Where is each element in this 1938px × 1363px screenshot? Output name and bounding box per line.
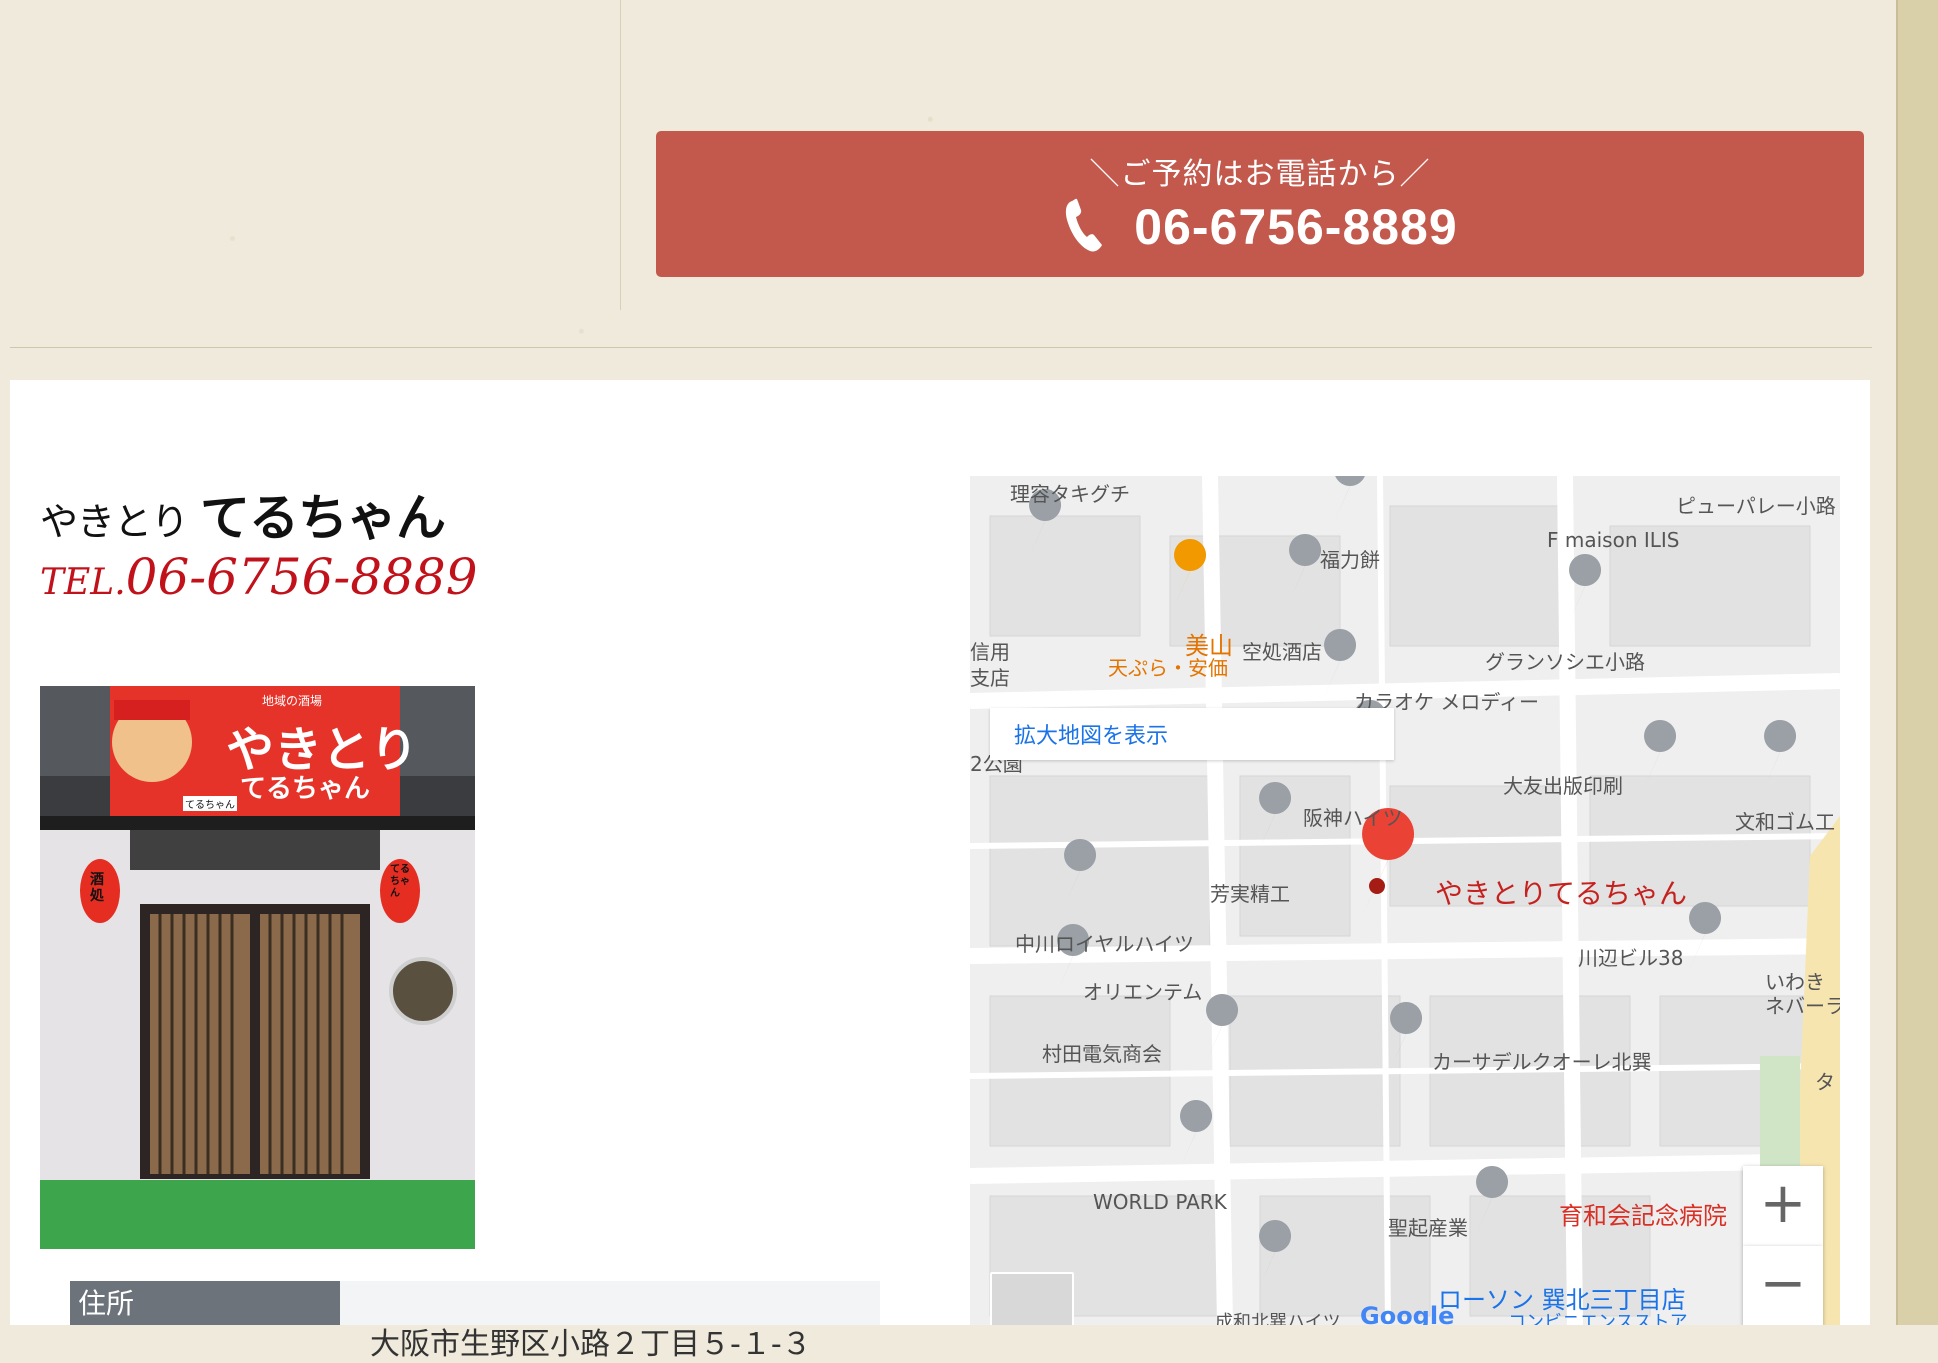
map-place-label: ネバーラ (1765, 994, 1840, 1018)
shop-logo: やきとり てるちゃん (40, 478, 446, 550)
minus-icon: − (1759, 1251, 1807, 1316)
map-place-label: 信用 (970, 640, 1010, 664)
map-place-label: F maison ILIS (1547, 528, 1680, 552)
map-place-label: ピューパレー小路 (1676, 494, 1836, 518)
map-place-label: 成和北巽ハイツ (1215, 1312, 1341, 1325)
map-main-place-label: やきとりてるちゃん (1435, 877, 1688, 910)
logo-tel-prefix: TEL. (40, 562, 126, 603)
map-place-label: 福力餅 (1320, 548, 1380, 572)
map-place-label: 天ぷら・安価 (1108, 656, 1228, 680)
door-tag-text: てるちゃん (183, 796, 237, 811)
map-place-label: オリエンテム (1083, 980, 1203, 1004)
sign-sub-text: てるちゃん (240, 774, 371, 804)
map-place-label: 空処酒店 (1242, 640, 1322, 664)
sign-small-text: 地域の酒場 (262, 694, 323, 708)
plus-icon: + (1759, 1171, 1807, 1236)
reservation-lead-text: ＼ご予約はお電話から／ (1089, 157, 1431, 192)
zoom-out-button[interactable]: − (1743, 1246, 1823, 1325)
map-place-label: 村田電気商会 (1042, 1042, 1162, 1066)
map-place-label: 川辺ビル38 (1578, 946, 1684, 970)
logo-name: てるちゃん (200, 488, 446, 547)
map-place-label: カーサデルクオーレ北巽 (1432, 1050, 1652, 1074)
map-place-label: 中川ロイヤルハイツ (1015, 932, 1194, 956)
right-edge-border (1896, 0, 1898, 1325)
storefront-photo: 地域の酒場 やきとり てるちゃん 酒処 てるちゃん てるちゃん (40, 686, 475, 1249)
reservation-call-button[interactable]: ＼ご予約はお電話から／ 06-6756-8889 (656, 131, 1864, 277)
map-place-label: コンビニエンスストア (1508, 1312, 1688, 1325)
logo-tel-number: 06-6756-8889 (125, 548, 478, 606)
logo-prefix: やきとり (40, 500, 189, 544)
lantern-right-text: てるちゃん (390, 864, 410, 899)
map-place-label: 大友出版印刷 (1503, 774, 1623, 798)
address-label: 住所 (70, 1281, 340, 1325)
header-divider-vertical (620, 0, 621, 310)
reservation-phone-number[interactable]: 06-6756-8889 (1134, 198, 1457, 256)
phone-icon (1062, 197, 1106, 257)
header-divider (10, 347, 1872, 348)
map-place-label: 芳実精工 (1210, 882, 1290, 906)
map-place-label: 支店 (970, 666, 1010, 690)
address-row: 住所 大阪市生野区小路２丁目５-１-３ (70, 1281, 880, 1362)
map-place-label: 聖起産業 (1388, 1216, 1468, 1240)
map-place-label: タ (1815, 1070, 1835, 1094)
zoom-in-button[interactable]: + (1743, 1166, 1823, 1246)
lantern-left-text: 酒処 (90, 872, 104, 904)
google-logo: Google (1360, 1302, 1455, 1325)
street-view-thumbnail[interactable] (990, 1272, 1074, 1325)
map-place-label: 阪神ハイツ (1303, 806, 1403, 830)
address-value: 大阪市生野区小路２丁目５-１-３ (370, 1327, 812, 1362)
map-enlarge-panel: 拡大地図を表示 (990, 708, 1394, 760)
google-map[interactable]: 理容タキグチ 福力餅 ピューパレー小路 F maison ILIS 美山 天ぷら… (970, 476, 1840, 1325)
map-place-label: 育和会記念病院 (1559, 1202, 1727, 1230)
map-place-label: 文和ゴム工 (1735, 810, 1835, 834)
map-place-label: 理容タキグチ (1010, 482, 1130, 506)
map-place-label: WORLD PARK (1093, 1190, 1227, 1214)
map-place-label: グランソシエ小路 (1485, 650, 1645, 674)
right-edge-strip (1898, 0, 1938, 1325)
map-enlarge-link[interactable]: 拡大地図を表示 (1014, 718, 1168, 750)
logo-telephone: TEL.06-6756-8889 (40, 548, 478, 606)
